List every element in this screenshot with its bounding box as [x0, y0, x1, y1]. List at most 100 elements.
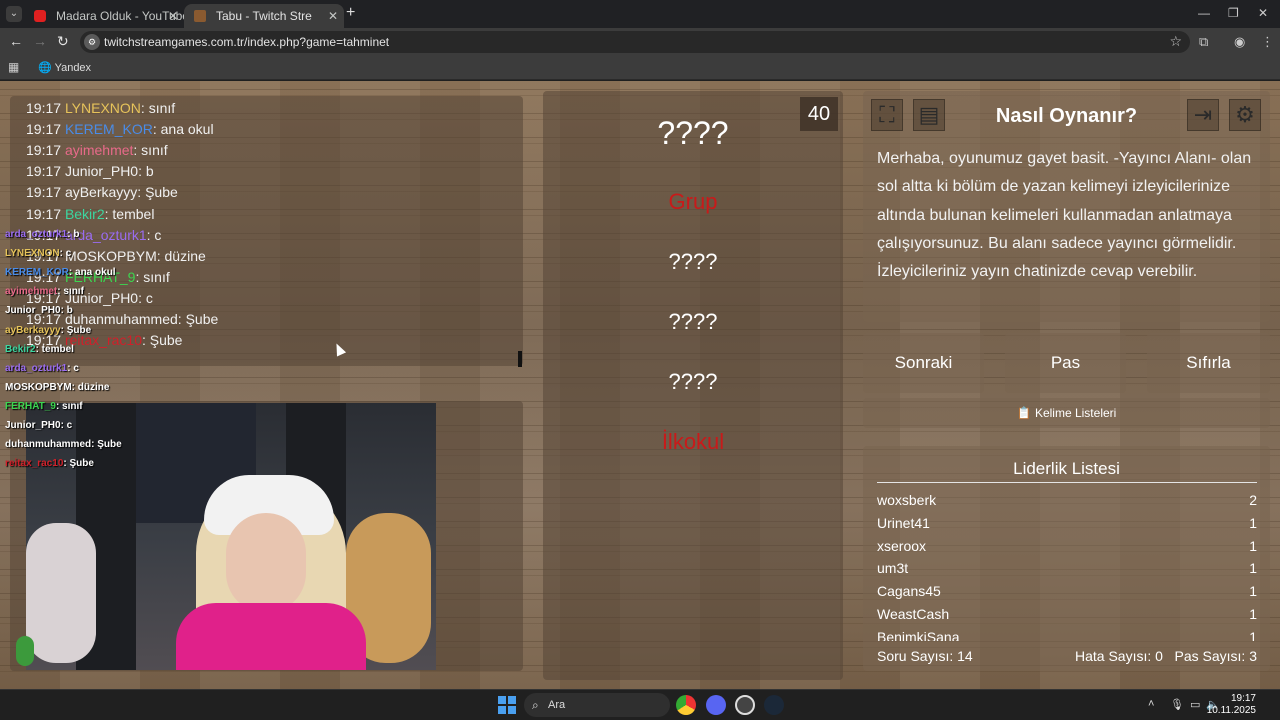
- chat-time: 19:17: [26, 205, 65, 222]
- overlay-message: duhanmuhammed: Şube: [5, 439, 122, 450]
- hidden-word: ????: [657, 115, 729, 151]
- chat-text: : düzine: [156, 247, 206, 264]
- profile-icon[interactable]: ◉: [1234, 34, 1245, 50]
- streamer-face: [226, 513, 306, 613]
- chat-time: 19:17: [26, 100, 65, 116]
- tray-chevron-icon[interactable]: ˄: [1148, 698, 1154, 710]
- leaderboard-row: BenimkiSana 1: [877, 629, 1257, 641]
- player-name: Cagans45: [877, 583, 941, 600]
- overlay-username: arda_ozturk1: [5, 229, 68, 240]
- app-icon[interactable]: [735, 695, 755, 715]
- overlay-username: ayBerkayyy: [5, 324, 61, 336]
- overlay-message: arda_ozturk1: c: [5, 363, 79, 374]
- chat-text: : Şube: [137, 184, 178, 201]
- player-score: 1: [1249, 583, 1257, 600]
- steam-icon[interactable]: [764, 695, 784, 715]
- chat-message: 19:17 ayimehmet: sınıf: [26, 142, 168, 158]
- extensions-icon[interactable]: ⧉: [1199, 34, 1208, 50]
- plush-toy: [26, 523, 96, 663]
- player-score: 2: [1249, 492, 1257, 508]
- help-title: Nasıl Oynanır?: [995, 105, 1138, 127]
- apps-grid-icon[interactable]: ▦: [8, 60, 19, 74]
- minimize-icon[interactable]: —: [1198, 6, 1210, 20]
- leaderboard-row: WeastCash 1: [877, 606, 1257, 628]
- chat-text: : sınıf: [135, 268, 170, 285]
- divider: [877, 482, 1257, 483]
- next-button[interactable]: Sonraki: [863, 333, 984, 393]
- overlay-message: reitax_rac10: Şube: [5, 458, 94, 469]
- clock[interactable]: 19:17 10.11.2025: [1207, 693, 1256, 717]
- chat-text: : c: [138, 289, 153, 306]
- tab-title: Madara Olduk - YouTube: [56, 9, 184, 23]
- player-score: 1: [1249, 628, 1257, 641]
- chat-message: 19:17 Bekir2: tembel: [26, 206, 154, 222]
- close-tab-icon[interactable]: ✕: [328, 6, 338, 26]
- chat-username: KEREM_KOR: [64, 121, 153, 138]
- back-icon[interactable]: ←: [9, 33, 23, 49]
- windows-start-icon[interactable]: [498, 696, 516, 714]
- chat-message: 19:17 ayBerkayyy: Şube: [26, 184, 178, 200]
- bookmark-yandex[interactable]: 🌐 Yandex: [38, 61, 91, 74]
- error-count: Hata Sayısı: 0: [1075, 648, 1163, 664]
- close-tab-icon[interactable]: ✕: [168, 6, 178, 26]
- player-name: BenimkiSana: [877, 628, 960, 641]
- overlay-message: FERHAT_9: sınıf: [5, 401, 83, 412]
- chat-time: 19:17: [26, 142, 65, 159]
- site-info-icon[interactable]: ⚙: [84, 34, 100, 50]
- overlay-text: : Şube: [63, 458, 94, 470]
- bookmark-star-icon[interactable]: ☆: [1169, 33, 1182, 50]
- overlay-message: ayBerkayyy: Şube: [5, 325, 91, 336]
- forward-icon[interactable]: →: [33, 33, 47, 49]
- word-lists-button[interactable]: 📋 Kelime Listeleri: [863, 398, 1270, 428]
- chat-message: 19:17 KEREM_KOR: ana okul: [26, 121, 214, 137]
- pass-button[interactable]: Pas: [1005, 333, 1126, 393]
- player-score: 1: [1249, 514, 1257, 531]
- overlay-text: : b: [67, 229, 80, 240]
- overlay-username: Bekir2: [5, 343, 36, 355]
- list-icon: 📋: [1016, 406, 1035, 420]
- hidden-word: ????: [668, 309, 718, 334]
- chat-username: ayBerkayyy: [64, 184, 138, 201]
- chat-time: 19:17: [26, 184, 65, 201]
- overlay-username: duhanmuhammed: [5, 439, 92, 451]
- overlay-text: : düzine: [71, 381, 110, 393]
- reset-button[interactable]: Sıfırla: [1147, 333, 1270, 393]
- new-tab-button[interactable]: +: [346, 4, 355, 22]
- chat-text: : sınıf: [133, 142, 168, 159]
- overlay-username: Junior_PH0: [5, 305, 61, 317]
- chat-username: ayimehmet: [64, 142, 134, 159]
- tab-tabu[interactable]: Tabu - Twitch Stream Game ✕: [184, 4, 344, 28]
- tab-youtube[interactable]: Madara Olduk - YouTube ✕: [24, 4, 184, 28]
- chat-text: : Şube: [177, 311, 219, 327]
- close-window-icon[interactable]: ✕: [1258, 6, 1268, 20]
- chat-scrollbar[interactable]: [518, 351, 522, 367]
- overlay-text: : Şube: [91, 439, 122, 451]
- microphone-icon[interactable]: 🎙: [1170, 698, 1184, 711]
- overlay-message: LYNEXNON: c: [5, 248, 71, 259]
- word-lists-label: Kelime Listeleri: [1034, 406, 1117, 420]
- discord-icon[interactable]: [706, 695, 726, 715]
- menu-icon[interactable]: ⋮: [1261, 34, 1274, 50]
- taskbar-search[interactable]: ⌕ Ara: [524, 693, 670, 717]
- chat-text: : b: [138, 163, 154, 180]
- site-icon: [194, 10, 206, 22]
- restore-icon[interactable]: ❐: [1228, 6, 1239, 20]
- chrome-icon[interactable]: [676, 695, 696, 715]
- player-score: 1: [1249, 537, 1257, 554]
- search-label: Ara: [548, 699, 566, 711]
- reload-icon[interactable]: ↻: [57, 33, 69, 50]
- tab-search-button[interactable]: ⌄: [6, 6, 22, 22]
- overlay-text: : c: [60, 420, 73, 431]
- address-bar[interactable]: ⚙ twitchstreamgames.com.tr/index.php?gam…: [80, 31, 1190, 53]
- green-decoration: [16, 636, 34, 666]
- overlay-username: ayimehmet: [5, 286, 58, 298]
- taskbar: ⌕ Ara ˄ 🎙 ▭ 🔈 19:17 10.11.2025: [0, 689, 1280, 720]
- url-text[interactable]: twitchstreamgames.com.tr/index.php?game=…: [104, 35, 389, 49]
- overlay-text: : c: [59, 248, 72, 260]
- chat-message: 19:17 LYNEXNON: sınıf: [26, 100, 175, 116]
- chat-username: LYNEXNON: [64, 100, 141, 116]
- player-name: xseroox: [877, 537, 927, 554]
- overlay-username: MOSKOPBYM: [5, 381, 72, 393]
- overlay-text: : ana okul: [68, 267, 116, 279]
- network-icon[interactable]: ▭: [1190, 698, 1200, 711]
